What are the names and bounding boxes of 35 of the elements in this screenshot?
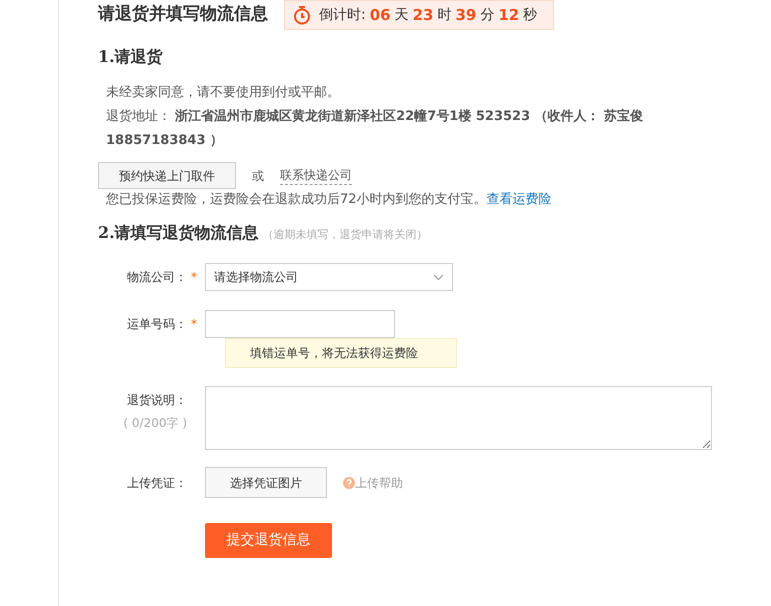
- required-mark: *: [191, 269, 197, 286]
- countdown-value: 23: [412, 4, 434, 26]
- or-text: 或: [252, 168, 264, 184]
- schedule-pickup-button[interactable]: 预约快递上门取件: [98, 162, 236, 189]
- deadline-hint: （逾期未填写，退货申请将关闭）: [262, 227, 428, 243]
- countdown-unit: 时: [437, 6, 452, 24]
- notice-text: 未经卖家同意，请不要使用到付或平邮。: [106, 84, 341, 102]
- insurance-note: 您已投保运费险，运费险会在退款成功后72小时内到您的支付宝。: [106, 192, 487, 207]
- section-title: 2.请填写退货物流信息: [98, 222, 259, 244]
- countdown-value: 12: [498, 4, 520, 26]
- section-title: 1.请退货: [98, 46, 164, 68]
- help-icon: [343, 476, 355, 488]
- required-mark: *: [191, 316, 197, 333]
- warning-tip: 填错运单号，将无法获得运费险: [225, 338, 457, 368]
- char-counter: ( 0/200字 ): [123, 415, 187, 432]
- courier-select[interactable]: 请选择物流公司: [205, 263, 453, 291]
- return-address: 退货地址： 浙江省温州市鹿城区黄龙街道新泽社区22幢7号1楼 523523 （收件人： 苏宝俊 18857183843 ）: [106, 108, 644, 150]
- field-label: 物流公司：: [127, 269, 187, 286]
- chevron-down-icon: [433, 274, 444, 280]
- page-title: 请退货并填写物流信息: [98, 3, 268, 26]
- countdown-unit: 秒: [523, 6, 538, 24]
- countdown-value: 06: [370, 4, 391, 26]
- countdown-label: 倒计时:: [319, 6, 366, 24]
- view-insurance-link[interactable]: 查看运费险: [486, 192, 552, 207]
- contact-courier-link[interactable]: 联系快递公司: [280, 166, 352, 185]
- choose-image-button[interactable]: 选择凭证图片: [205, 467, 327, 498]
- field-label: 上传凭证：: [127, 474, 187, 492]
- countdown-unit: 天: [394, 6, 409, 24]
- field-label: 运单号码：: [127, 316, 187, 333]
- return-note-textarea[interactable]: [205, 386, 712, 450]
- field-label: 退货说明：: [127, 392, 187, 409]
- countdown-unit: 分: [480, 6, 494, 24]
- stopwatch-icon: [293, 5, 311, 25]
- tracking-number-input[interactable]: [205, 310, 395, 338]
- countdown-value: 39: [455, 4, 476, 26]
